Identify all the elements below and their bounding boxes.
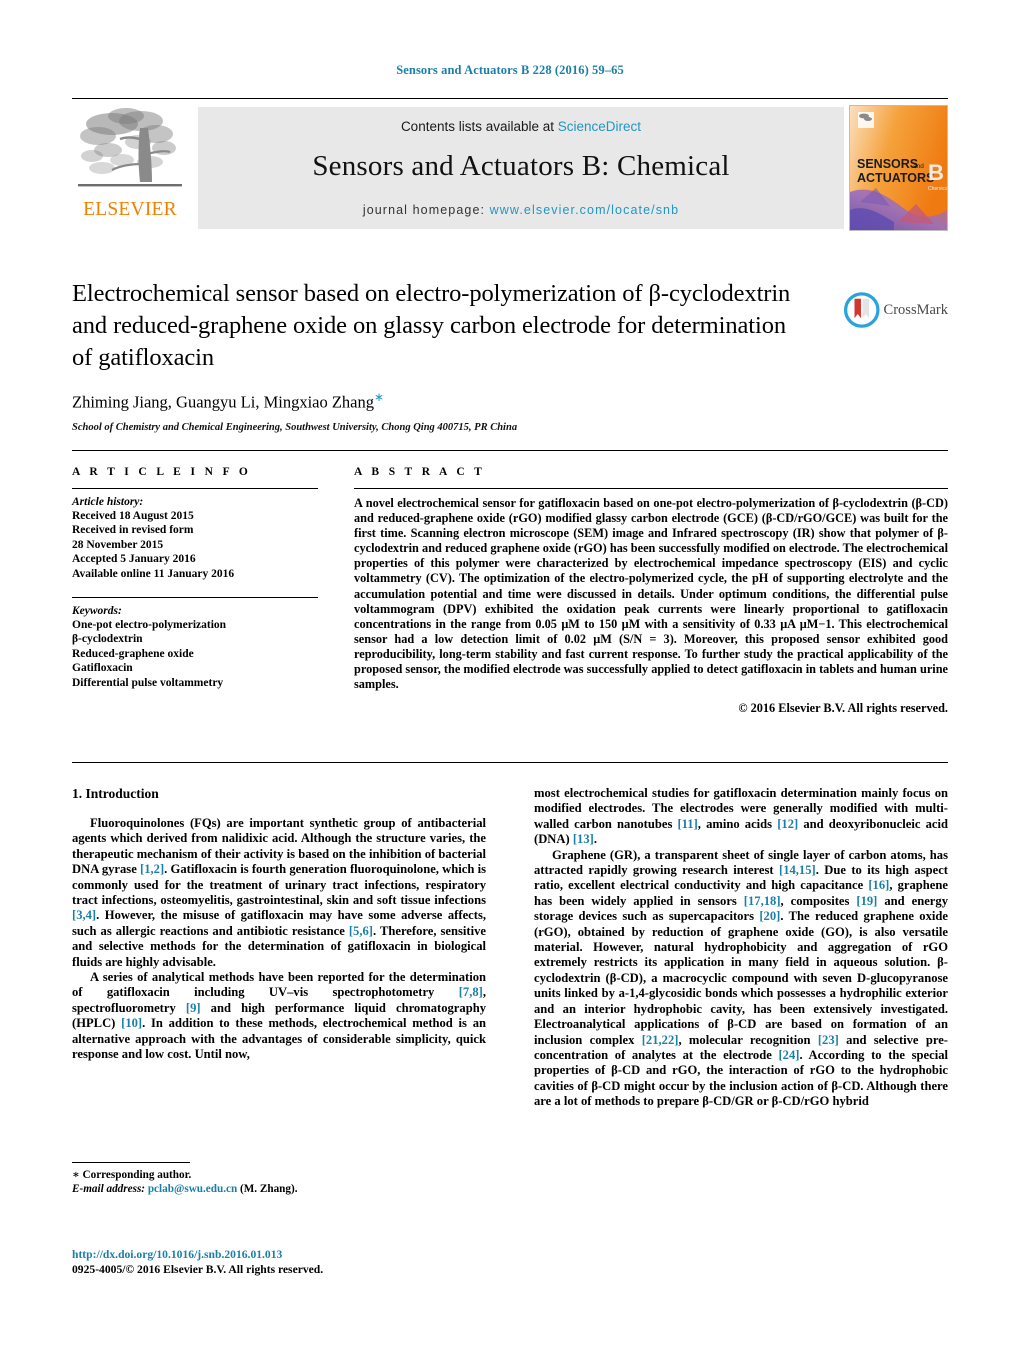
citation-ref[interactable]: [11] bbox=[677, 817, 697, 831]
history-item: Received 18 August 2015 bbox=[72, 510, 194, 522]
crossmark-icon bbox=[844, 292, 880, 328]
footer-block: http://dx.doi.org/10.1016/j.snb.2016.01.… bbox=[72, 1248, 572, 1277]
body-columns: 1. Introduction Fluoroquinolones (FQs) a… bbox=[72, 786, 948, 1110]
contents-prefix: Contents lists available at bbox=[400, 119, 558, 134]
journal-homepage-link[interactable]: www.elsevier.com/locate/snb bbox=[490, 203, 680, 217]
abstract-column: A B S T R A C T A novel electrochemical … bbox=[318, 466, 948, 716]
info-section-top-rule bbox=[72, 450, 948, 451]
journal-name: Sensors and Actuators B: Chemical bbox=[312, 150, 730, 182]
body-column-right: most electrochemical studies for gatiflo… bbox=[534, 786, 948, 1110]
journal-header: ELSEVIER Contents lists available at Sci… bbox=[72, 103, 948, 231]
keywords-block: Keywords: One-pot electro-polymerization… bbox=[72, 597, 318, 690]
header-top-rule bbox=[72, 98, 948, 99]
contents-available-line: Contents lists available at ScienceDirec… bbox=[198, 107, 844, 134]
citation-ref[interactable]: [20] bbox=[759, 909, 780, 923]
citation-ref[interactable]: [17,18] bbox=[744, 894, 781, 908]
journal-title-box: Contents lists available at ScienceDirec… bbox=[198, 107, 844, 229]
elsevier-logo: ELSEVIER bbox=[72, 106, 188, 230]
title-block: CrossMark Electrochemical sensor based o… bbox=[72, 278, 948, 433]
citation-ref[interactable]: [16] bbox=[868, 878, 889, 892]
journal-homepage-line: journal homepage: www.elsevier.com/locat… bbox=[198, 203, 844, 217]
keyword-item: Differential pulse voltammetry bbox=[72, 676, 224, 689]
running-head: Sensors and Actuators B 228 (2016) 59–65 bbox=[396, 63, 624, 77]
elsevier-tree-icon bbox=[78, 108, 182, 187]
citation-ref[interactable]: [10] bbox=[121, 1016, 142, 1030]
keyword-item: One-pot electro-polymerization bbox=[72, 619, 227, 632]
keywords-heading: Keywords: bbox=[72, 605, 122, 618]
svg-text:ACTUATORS: ACTUATORS bbox=[857, 171, 934, 185]
corresponding-author-marker: ∗ bbox=[374, 390, 385, 404]
keywords-rule bbox=[72, 597, 318, 599]
abstract-label: A B S T R A C T bbox=[354, 466, 486, 478]
svg-text:and: and bbox=[913, 163, 924, 170]
email-note: E-mail address: pclab@swu.edu.cn (M. Zha… bbox=[72, 1182, 486, 1196]
info-abstract-section: A R T I C L E I N F O Article history: R… bbox=[72, 466, 948, 716]
history-item: 28 November 2015 bbox=[72, 538, 164, 551]
journal-cover-art: SENSORS and ACTUATORS B Chemical bbox=[850, 106, 947, 230]
footnote-block: ∗ Corresponding author. E-mail address: … bbox=[72, 1162, 486, 1196]
issn-copyright: 0925-4005/© 2016 Elsevier B.V. All right… bbox=[72, 1262, 324, 1276]
affiliation: School of Chemistry and Chemical Enginee… bbox=[72, 421, 518, 433]
section-heading-introduction: 1. Introduction bbox=[72, 786, 159, 801]
paragraph: most electrochemical studies for gatiflo… bbox=[534, 786, 948, 847]
history-item: Received in revised form bbox=[72, 524, 194, 537]
homepage-label: journal homepage: bbox=[362, 203, 486, 217]
citation-ref[interactable]: [7,8] bbox=[459, 985, 483, 999]
citation-ref[interactable]: [1,2] bbox=[140, 862, 164, 876]
abstract-copyright: © 2016 Elsevier B.V. All rights reserved… bbox=[738, 701, 948, 716]
keyword-item: Gatifloxacin bbox=[72, 662, 133, 675]
elsevier-wordmark: ELSEVIER bbox=[83, 199, 177, 220]
doi-link[interactable]: http://dx.doi.org/10.1016/j.snb.2016.01.… bbox=[72, 1248, 572, 1263]
history-item: Available online 11 January 2016 bbox=[72, 567, 235, 580]
body-column-left: 1. Introduction Fluoroquinolones (FQs) a… bbox=[72, 786, 486, 1110]
email-label: E-mail address: bbox=[72, 1183, 146, 1195]
keyword-item: β-cyclodextrin bbox=[72, 633, 143, 646]
history-item: Accepted 5 January 2016 bbox=[72, 553, 196, 566]
citation-ref[interactable]: [3,4] bbox=[72, 908, 96, 922]
author-names: Zhiming Jiang, Guangyu Li, Mingxiao Zhan… bbox=[72, 392, 375, 412]
svg-text:SENSORS: SENSORS bbox=[857, 157, 918, 171]
page-title: Electrochemical sensor based on electro-… bbox=[72, 280, 791, 371]
paragraph: Fluoroquinolones (FQs) are important syn… bbox=[72, 816, 487, 969]
body-top-rule bbox=[72, 762, 948, 763]
article-info-column: A R T I C L E I N F O Article history: R… bbox=[72, 466, 318, 716]
citation-ref[interactable]: [21,22] bbox=[642, 1033, 679, 1047]
sciencedirect-link[interactable]: ScienceDirect bbox=[558, 119, 641, 134]
citation-ref[interactable]: [12] bbox=[777, 817, 798, 831]
crossmark-label: CrossMark bbox=[883, 301, 948, 318]
journal-cover-thumbnail: SENSORS and ACTUATORS B Chemical bbox=[849, 105, 948, 231]
email-owner: (M. Zhang). bbox=[240, 1183, 298, 1195]
email-link[interactable]: pclab@swu.edu.cn bbox=[148, 1183, 237, 1195]
article-info-rule bbox=[72, 488, 318, 489]
svg-text:Chemical: Chemical bbox=[928, 186, 947, 192]
article-page: Sensors and Actuators B 228 (2016) 59–65 bbox=[0, 0, 1020, 1351]
citation-ref[interactable]: [23] bbox=[818, 1033, 839, 1047]
author-list: Zhiming Jiang, Guangyu Li, Mingxiao Zhan… bbox=[72, 390, 948, 413]
citation-ref[interactable]: [9] bbox=[186, 1001, 201, 1015]
citation-ref[interactable]: [14,15] bbox=[779, 863, 816, 877]
citation-ref[interactable]: [19] bbox=[856, 894, 877, 908]
abstract-rule bbox=[354, 488, 948, 489]
article-history-heading: Article history: bbox=[72, 496, 144, 508]
corresponding-author-note: ∗ Corresponding author. bbox=[72, 1169, 192, 1181]
keyword-item: Reduced-graphene oxide bbox=[72, 647, 194, 660]
crossmark-badge[interactable]: CrossMark bbox=[844, 283, 948, 337]
abstract-text: A novel electrochemical sensor for gatif… bbox=[354, 496, 948, 692]
citation-ref[interactable]: [24] bbox=[778, 1048, 799, 1062]
paragraph: A series of analytical methods have been… bbox=[72, 970, 486, 1062]
article-info-label: A R T I C L E I N F O bbox=[72, 466, 252, 478]
citation-ref[interactable]: [13] bbox=[573, 832, 594, 846]
paragraph: Graphene (GR), a transparent sheet of si… bbox=[534, 847, 949, 1109]
citation-ref[interactable]: [5,6] bbox=[349, 924, 373, 938]
footnote-rule bbox=[72, 1162, 190, 1163]
svg-text:B: B bbox=[928, 160, 944, 185]
